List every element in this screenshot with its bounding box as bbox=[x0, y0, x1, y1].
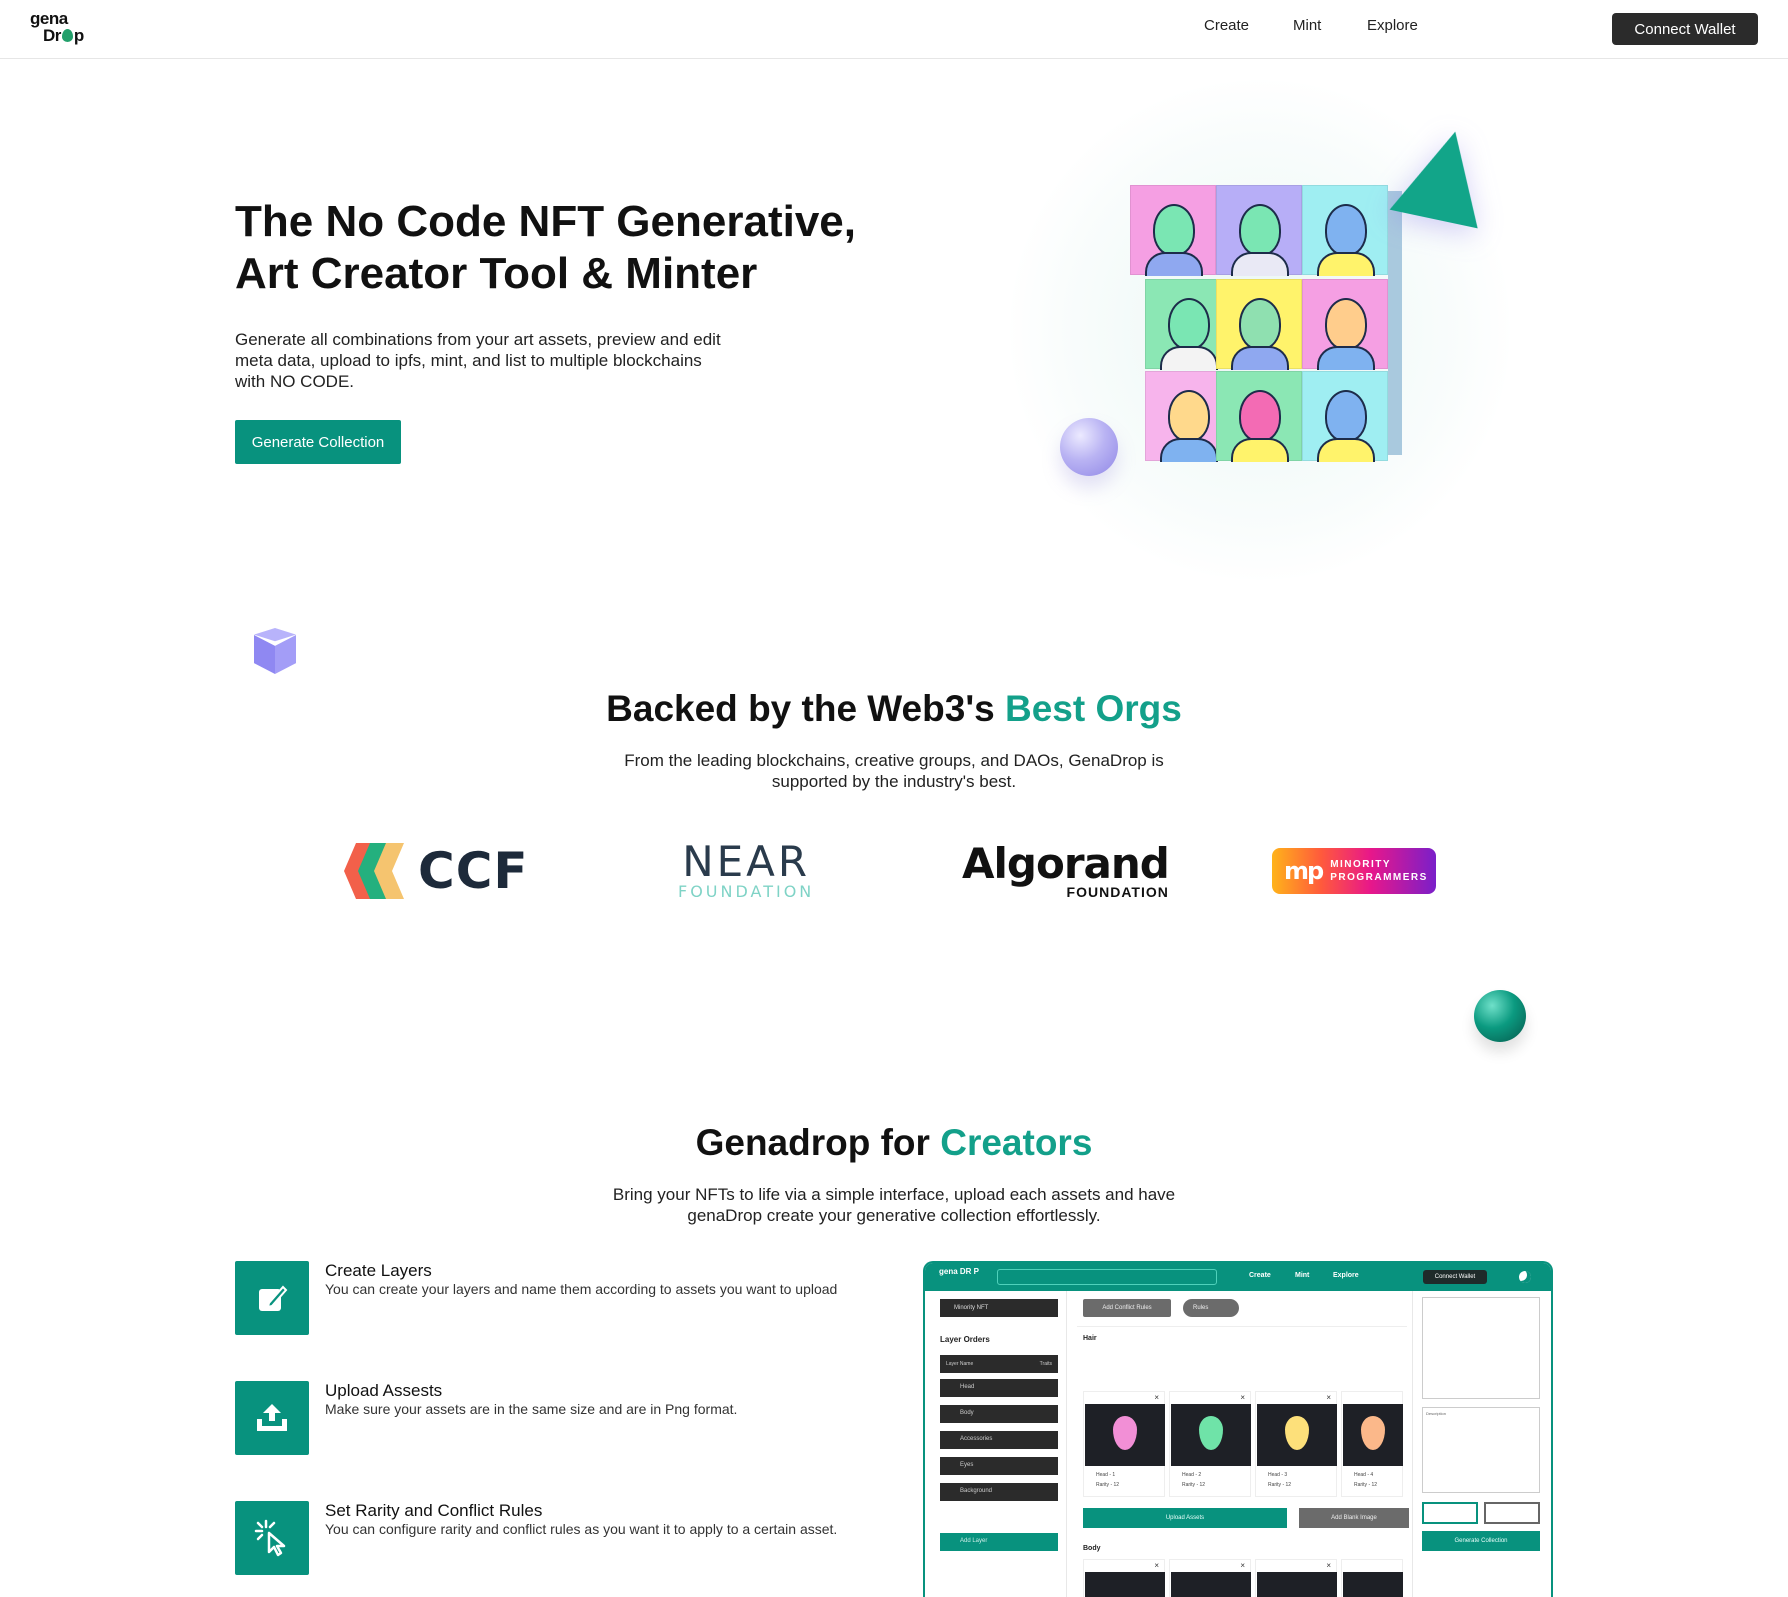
near-foundation-logo[interactable]: NEAR FOUNDATION bbox=[678, 838, 814, 904]
backed-title: Backed by the Web3's Best Orgs bbox=[606, 688, 1182, 729]
feature-create-layers: Create Layers You can create your layers… bbox=[235, 1261, 915, 1335]
green-sphere bbox=[1474, 990, 1526, 1042]
nft-cell bbox=[1216, 371, 1302, 462]
preview-asset-card: × bbox=[1255, 1559, 1337, 1597]
preview-main-panel: Add Conflict Rules Rules Hair × Head - 1R… bbox=[1067, 1291, 1412, 1597]
nft-cell bbox=[1302, 185, 1388, 276]
preview-collection-name: Minority NFT bbox=[940, 1299, 1058, 1317]
backed-subtitle: From the leading blockchains, creative g… bbox=[624, 751, 1164, 791]
preview-layer-row: Background bbox=[940, 1483, 1058, 1501]
preview-layer-row: Body bbox=[940, 1405, 1058, 1423]
preview-layer-row: Eyes bbox=[940, 1457, 1058, 1475]
preview-asset-card: × bbox=[1169, 1559, 1251, 1597]
generate-collection-button[interactable]: Generate Collection bbox=[235, 420, 401, 464]
green-pyramid bbox=[1389, 121, 1497, 229]
hero-title-line-1: The No Code NFT Generative, bbox=[235, 197, 856, 246]
connect-wallet-button[interactable]: Connect Wallet bbox=[1612, 13, 1758, 45]
cursor-click-icon[interactable] bbox=[235, 1501, 309, 1575]
ccf-mark-icon bbox=[344, 843, 412, 899]
creators-subtitle: Bring your NFTs to life via a simple int… bbox=[612, 1185, 1176, 1225]
nft-cell bbox=[1130, 185, 1216, 276]
feature-rarity-rules: Set Rarity and Conflict Rules You can co… bbox=[235, 1501, 915, 1575]
preview-layer-row: Accessories bbox=[940, 1431, 1058, 1449]
nft-cell bbox=[1302, 279, 1388, 370]
preview-asset-card: × Head - 1 Rarity - 12 bbox=[1083, 1391, 1165, 1497]
mp-icon: mp bbox=[1284, 857, 1324, 885]
hero-title: The No Code NFT Generative, Art Creator … bbox=[235, 196, 935, 300]
feature-description: Make sure your assets are in the same si… bbox=[325, 1401, 738, 1417]
preview-search bbox=[997, 1269, 1217, 1285]
top-nav: gena Dr p Create Mint Explore Connect Wal… bbox=[0, 0, 1788, 59]
logo-text-bottom: Dr p bbox=[43, 26, 84, 45]
minority-programmers-logo[interactable]: mp MINORITY PROGRAMMERS bbox=[1272, 838, 1436, 904]
nav-mint-link[interactable]: Mint bbox=[1293, 17, 1321, 34]
preview-layer-row: Head bbox=[940, 1379, 1058, 1397]
hero-title-line-2: Art Creator Tool & Minter bbox=[235, 249, 758, 298]
nft-cube-grid bbox=[1130, 185, 1402, 467]
preview-asset-card: Head - 4 Rarity - 12 bbox=[1341, 1391, 1403, 1497]
algorand-foundation-logo[interactable]: Algorand FOUNDATION bbox=[962, 838, 1170, 904]
preview-add-layer: Add Layer bbox=[940, 1533, 1058, 1551]
feature-title: Upload Assests bbox=[325, 1381, 443, 1400]
hero-illustration bbox=[1010, 80, 1540, 580]
ccf-logo[interactable]: CCF bbox=[344, 838, 529, 904]
nav-create-link[interactable]: Create bbox=[1204, 17, 1249, 34]
upload-icon[interactable] bbox=[235, 1381, 309, 1455]
genadrop-logo[interactable]: gena Dr p bbox=[30, 10, 92, 44]
nft-cell bbox=[1302, 371, 1388, 462]
preview-nav: gena DR P Create Mint Explore Connect Wa… bbox=[925, 1263, 1551, 1291]
purple-cube-decoration bbox=[252, 628, 298, 678]
preview-asset-card: × Head - 2 Rarity - 12 bbox=[1169, 1391, 1251, 1497]
creators-title: Genadrop for Creators bbox=[695, 1122, 1093, 1163]
preview-asset-card: × bbox=[1083, 1559, 1165, 1597]
hero-description: Generate all combinations from your art … bbox=[235, 330, 721, 391]
drop-icon bbox=[61, 29, 73, 42]
feature-upload-assets: Upload Assests Make sure your assets are… bbox=[235, 1381, 915, 1455]
nft-cell bbox=[1216, 279, 1302, 370]
nft-cell bbox=[1216, 185, 1302, 276]
preview-asset-card bbox=[1341, 1559, 1403, 1597]
feature-title: Create Layers bbox=[325, 1261, 432, 1280]
preview-layer-panel: Minority NFT Layer Orders Layer Name Trai… bbox=[925, 1291, 1067, 1597]
feature-description: You can configure rarity and conflict ru… bbox=[325, 1521, 838, 1537]
feature-title: Set Rarity and Conflict Rules bbox=[325, 1501, 543, 1520]
feature-description: You can create your layers and name them… bbox=[325, 1281, 838, 1297]
preview-logo: gena DR P bbox=[939, 1267, 980, 1276]
edit-icon[interactable] bbox=[235, 1261, 309, 1335]
app-preview-screenshot: gena DR P Create Mint Explore Connect Wa… bbox=[923, 1261, 1553, 1597]
purple-sphere bbox=[1060, 418, 1118, 476]
preview-settings-panel: Description Generate Collection bbox=[1412, 1291, 1551, 1597]
moon-icon bbox=[1519, 1271, 1531, 1283]
preview-connect-button: Connect Wallet bbox=[1423, 1270, 1487, 1284]
nav-explore-link[interactable]: Explore bbox=[1367, 17, 1418, 34]
logo-text-top: gena bbox=[30, 9, 68, 28]
preview-asset-card: × Head - 3 Rarity - 12 bbox=[1255, 1391, 1337, 1497]
